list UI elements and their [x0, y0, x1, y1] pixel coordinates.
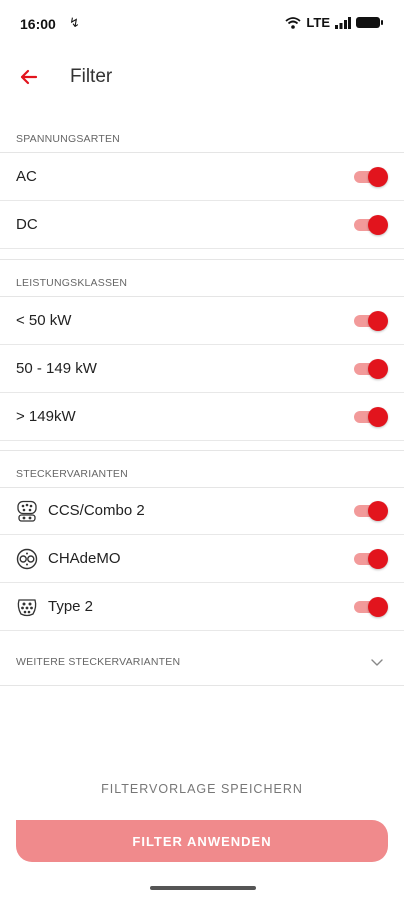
filter-label: CCS/Combo 2	[48, 502, 145, 519]
chademo-plug-icon	[16, 548, 38, 570]
filter-row-ac[interactable]: AC	[0, 153, 404, 201]
more-connectors-label: WEITERE STECKERVARIANTEN	[16, 656, 181, 668]
more-connectors-row[interactable]: WEITERE STECKERVARIANTEN	[0, 640, 404, 686]
filter-label: > 149kW	[16, 408, 76, 425]
app-header: Filter	[0, 52, 404, 104]
toggle-ac[interactable]	[354, 167, 388, 187]
filter-label: Type 2	[48, 598, 94, 615]
section-header-steckervarianten: STECKERVARIANTEN	[0, 450, 404, 488]
filter-label: < 50 kW	[16, 312, 72, 329]
filter-label: CHAdeMO	[48, 550, 121, 567]
section-header-leistungsklassen: LEISTUNGSKLASSEN	[0, 259, 404, 297]
signal-icon	[335, 16, 351, 29]
toggle-50-149kw[interactable]	[354, 359, 388, 379]
sync-icon: ↯	[69, 15, 80, 30]
filter-row-50-149kw[interactable]: 50 - 149 kW	[0, 345, 404, 393]
back-arrow-icon[interactable]	[16, 64, 42, 90]
network-type: LTE	[306, 15, 330, 30]
apply-filter-button[interactable]: FILTER ANWENDEN	[16, 820, 388, 862]
ccs-plug-icon	[17, 500, 37, 522]
wifi-icon	[285, 16, 301, 29]
section-header-spannungsarten: SPANNUNGSARTEN	[0, 116, 404, 153]
toggle-type2[interactable]	[354, 597, 388, 617]
filter-row-under-50kw[interactable]: < 50 kW	[0, 297, 404, 345]
toggle-ccs[interactable]	[354, 501, 388, 521]
toggle-under-50kw[interactable]	[354, 311, 388, 331]
status-bar: 16:00 ↯ LTE	[0, 0, 404, 46]
home-indicator	[150, 886, 256, 890]
type2-plug-icon	[17, 599, 37, 617]
filter-label: AC	[16, 168, 37, 185]
filter-row-ccs[interactable]: CCS/Combo 2	[0, 487, 404, 535]
filter-label: DC	[16, 216, 38, 233]
status-indicators: LTE	[285, 15, 383, 30]
status-time: 16:00	[20, 16, 56, 32]
filter-row-over-149kw[interactable]: > 149kW	[0, 393, 404, 441]
toggle-over-149kw[interactable]	[354, 407, 388, 427]
filter-row-dc[interactable]: DC	[0, 201, 404, 249]
toggle-dc[interactable]	[354, 215, 388, 235]
chevron-down-icon[interactable]	[370, 655, 384, 669]
toggle-chademo[interactable]	[354, 549, 388, 569]
save-filter-template-link[interactable]: FILTERVORLAGE SPEICHERN	[0, 782, 404, 796]
battery-icon	[356, 17, 383, 28]
page-title: Filter	[70, 66, 113, 87]
filter-label: 50 - 149 kW	[16, 360, 97, 377]
filter-row-chademo[interactable]: CHAdeMO	[0, 535, 404, 583]
filter-row-type2[interactable]: Type 2	[0, 583, 404, 631]
